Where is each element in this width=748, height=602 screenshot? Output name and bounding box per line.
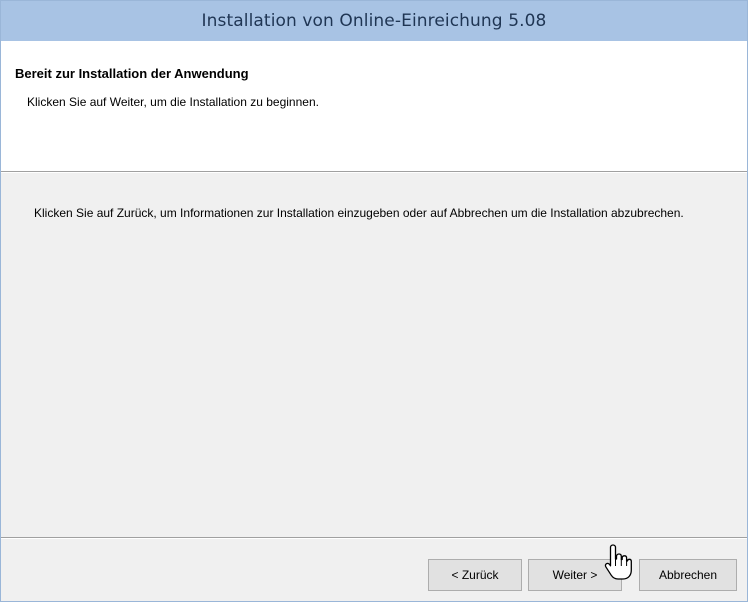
header-title: Bereit zur Installation der Anwendung [15, 66, 249, 81]
title-bar[interactable]: Installation von Online-Einreichung 5.08 [1, 1, 747, 41]
installer-window: Installation von Online-Einreichung 5.08… [0, 0, 748, 602]
header-subtitle: Klicken Sie auf Weiter, um die Installat… [27, 95, 319, 109]
footer-divider [1, 537, 747, 539]
header-panel: Bereit zur Installation der Anwendung Kl… [1, 41, 747, 171]
back-button[interactable]: < Zurück [428, 559, 522, 591]
instruction-text: Klicken Sie auf Zurück, um Informationen… [34, 206, 684, 220]
hand-pointer-icon [604, 544, 632, 580]
header-divider [1, 171, 747, 173]
cancel-button[interactable]: Abbrechen [639, 559, 737, 591]
window-title: Installation von Online-Einreichung 5.08 [201, 11, 547, 31]
dialog-client-area: Bereit zur Installation der Anwendung Kl… [1, 41, 747, 601]
